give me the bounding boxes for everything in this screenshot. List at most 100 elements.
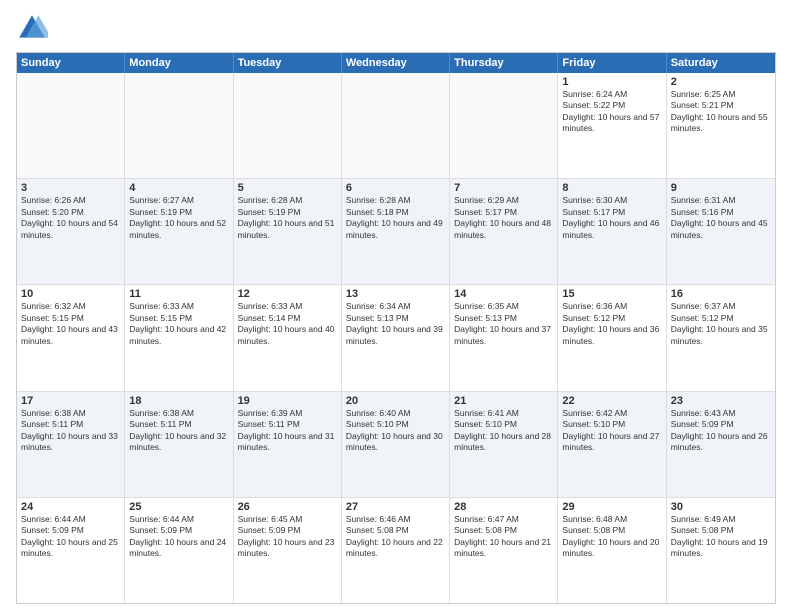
calendar-cell: 11 Sunrise: 6:33 AM Sunset: 5:15 PM Dayl… <box>125 285 233 390</box>
sunset-label: Sunset: 5:19 PM <box>129 207 192 217</box>
cell-detail: Sunrise: 6:34 AM Sunset: 5:13 PM Dayligh… <box>346 301 445 347</box>
calendar-cell: 1 Sunrise: 6:24 AM Sunset: 5:22 PM Dayli… <box>558 73 666 178</box>
sunset-label: Sunset: 5:18 PM <box>346 207 409 217</box>
daylight-label: Daylight: 10 hours and 46 minutes. <box>562 218 659 239</box>
day-number: 22 <box>562 395 661 407</box>
cell-detail: Sunrise: 6:25 AM Sunset: 5:21 PM Dayligh… <box>671 89 771 135</box>
daylight-label: Daylight: 10 hours and 19 minutes. <box>671 537 768 558</box>
daylight-label: Daylight: 10 hours and 39 minutes. <box>346 324 443 345</box>
sunrise-label: Sunrise: 6:33 AM <box>129 301 194 311</box>
sunrise-label: Sunrise: 6:29 AM <box>454 195 519 205</box>
calendar-header-cell: Wednesday <box>342 53 450 73</box>
sunrise-label: Sunrise: 6:40 AM <box>346 408 411 418</box>
calendar-cell: 2 Sunrise: 6:25 AM Sunset: 5:21 PM Dayli… <box>667 73 775 178</box>
day-number: 15 <box>562 288 661 300</box>
day-number: 3 <box>21 182 120 194</box>
sunset-label: Sunset: 5:10 PM <box>562 419 625 429</box>
daylight-label: Daylight: 10 hours and 23 minutes. <box>238 537 335 558</box>
calendar-cell <box>450 73 558 178</box>
daylight-label: Daylight: 10 hours and 26 minutes. <box>671 431 768 452</box>
calendar-cell: 26 Sunrise: 6:45 AM Sunset: 5:09 PM Dayl… <box>234 498 342 603</box>
day-number: 8 <box>562 182 661 194</box>
calendar-cell: 19 Sunrise: 6:39 AM Sunset: 5:11 PM Dayl… <box>234 392 342 497</box>
sunrise-label: Sunrise: 6:30 AM <box>562 195 627 205</box>
day-number: 17 <box>21 395 120 407</box>
day-number: 4 <box>129 182 228 194</box>
cell-detail: Sunrise: 6:33 AM Sunset: 5:14 PM Dayligh… <box>238 301 337 347</box>
sunrise-label: Sunrise: 6:26 AM <box>21 195 86 205</box>
day-number: 7 <box>454 182 553 194</box>
header <box>16 12 776 44</box>
cell-detail: Sunrise: 6:39 AM Sunset: 5:11 PM Dayligh… <box>238 408 337 454</box>
day-number: 20 <box>346 395 445 407</box>
calendar-header: SundayMondayTuesdayWednesdayThursdayFrid… <box>17 53 775 73</box>
sunset-label: Sunset: 5:12 PM <box>671 313 734 323</box>
sunrise-label: Sunrise: 6:45 AM <box>238 514 303 524</box>
sunrise-label: Sunrise: 6:36 AM <box>562 301 627 311</box>
calendar-cell: 23 Sunrise: 6:43 AM Sunset: 5:09 PM Dayl… <box>667 392 775 497</box>
cell-detail: Sunrise: 6:27 AM Sunset: 5:19 PM Dayligh… <box>129 195 228 241</box>
cell-detail: Sunrise: 6:37 AM Sunset: 5:12 PM Dayligh… <box>671 301 771 347</box>
day-number: 18 <box>129 395 228 407</box>
calendar-cell <box>125 73 233 178</box>
cell-detail: Sunrise: 6:31 AM Sunset: 5:16 PM Dayligh… <box>671 195 771 241</box>
daylight-label: Daylight: 10 hours and 22 minutes. <box>346 537 443 558</box>
day-number: 30 <box>671 501 771 513</box>
day-number: 10 <box>21 288 120 300</box>
sunset-label: Sunset: 5:09 PM <box>671 419 734 429</box>
cell-detail: Sunrise: 6:28 AM Sunset: 5:19 PM Dayligh… <box>238 195 337 241</box>
sunset-label: Sunset: 5:08 PM <box>346 525 409 535</box>
calendar: SundayMondayTuesdayWednesdayThursdayFrid… <box>16 52 776 604</box>
daylight-label: Daylight: 10 hours and 42 minutes. <box>129 324 226 345</box>
cell-detail: Sunrise: 6:41 AM Sunset: 5:10 PM Dayligh… <box>454 408 553 454</box>
sunrise-label: Sunrise: 6:32 AM <box>21 301 86 311</box>
daylight-label: Daylight: 10 hours and 52 minutes. <box>129 218 226 239</box>
day-number: 25 <box>129 501 228 513</box>
day-number: 23 <box>671 395 771 407</box>
calendar-cell: 30 Sunrise: 6:49 AM Sunset: 5:08 PM Dayl… <box>667 498 775 603</box>
daylight-label: Daylight: 10 hours and 43 minutes. <box>21 324 118 345</box>
calendar-cell: 24 Sunrise: 6:44 AM Sunset: 5:09 PM Dayl… <box>17 498 125 603</box>
cell-detail: Sunrise: 6:36 AM Sunset: 5:12 PM Dayligh… <box>562 301 661 347</box>
calendar-cell: 3 Sunrise: 6:26 AM Sunset: 5:20 PM Dayli… <box>17 179 125 284</box>
calendar-header-cell: Thursday <box>450 53 558 73</box>
calendar-cell: 15 Sunrise: 6:36 AM Sunset: 5:12 PM Dayl… <box>558 285 666 390</box>
sunset-label: Sunset: 5:17 PM <box>454 207 517 217</box>
calendar-row: 24 Sunrise: 6:44 AM Sunset: 5:09 PM Dayl… <box>17 498 775 603</box>
calendar-cell: 13 Sunrise: 6:34 AM Sunset: 5:13 PM Dayl… <box>342 285 450 390</box>
calendar-header-cell: Saturday <box>667 53 775 73</box>
calendar-row: 17 Sunrise: 6:38 AM Sunset: 5:11 PM Dayl… <box>17 392 775 498</box>
daylight-label: Daylight: 10 hours and 28 minutes. <box>454 431 551 452</box>
daylight-label: Daylight: 10 hours and 45 minutes. <box>671 218 768 239</box>
daylight-label: Daylight: 10 hours and 21 minutes. <box>454 537 551 558</box>
calendar-header-cell: Friday <box>558 53 666 73</box>
calendar-header-cell: Sunday <box>17 53 125 73</box>
logo-icon <box>16 12 48 44</box>
daylight-label: Daylight: 10 hours and 27 minutes. <box>562 431 659 452</box>
daylight-label: Daylight: 10 hours and 37 minutes. <box>454 324 551 345</box>
page: SundayMondayTuesdayWednesdayThursdayFrid… <box>0 0 792 612</box>
sunset-label: Sunset: 5:09 PM <box>21 525 84 535</box>
cell-detail: Sunrise: 6:30 AM Sunset: 5:17 PM Dayligh… <box>562 195 661 241</box>
day-number: 12 <box>238 288 337 300</box>
cell-detail: Sunrise: 6:40 AM Sunset: 5:10 PM Dayligh… <box>346 408 445 454</box>
sunrise-label: Sunrise: 6:31 AM <box>671 195 736 205</box>
sunrise-label: Sunrise: 6:24 AM <box>562 89 627 99</box>
daylight-label: Daylight: 10 hours and 24 minutes. <box>129 537 226 558</box>
day-number: 6 <box>346 182 445 194</box>
daylight-label: Daylight: 10 hours and 55 minutes. <box>671 112 768 133</box>
sunrise-label: Sunrise: 6:44 AM <box>129 514 194 524</box>
day-number: 29 <box>562 501 661 513</box>
calendar-cell: 16 Sunrise: 6:37 AM Sunset: 5:12 PM Dayl… <box>667 285 775 390</box>
sunset-label: Sunset: 5:13 PM <box>346 313 409 323</box>
calendar-cell: 5 Sunrise: 6:28 AM Sunset: 5:19 PM Dayli… <box>234 179 342 284</box>
calendar-row: 10 Sunrise: 6:32 AM Sunset: 5:15 PM Dayl… <box>17 285 775 391</box>
sunrise-label: Sunrise: 6:48 AM <box>562 514 627 524</box>
sunset-label: Sunset: 5:15 PM <box>21 313 84 323</box>
sunrise-label: Sunrise: 6:39 AM <box>238 408 303 418</box>
sunrise-label: Sunrise: 6:42 AM <box>562 408 627 418</box>
sunset-label: Sunset: 5:10 PM <box>454 419 517 429</box>
calendar-header-cell: Tuesday <box>234 53 342 73</box>
sunrise-label: Sunrise: 6:41 AM <box>454 408 519 418</box>
cell-detail: Sunrise: 6:35 AM Sunset: 5:13 PM Dayligh… <box>454 301 553 347</box>
